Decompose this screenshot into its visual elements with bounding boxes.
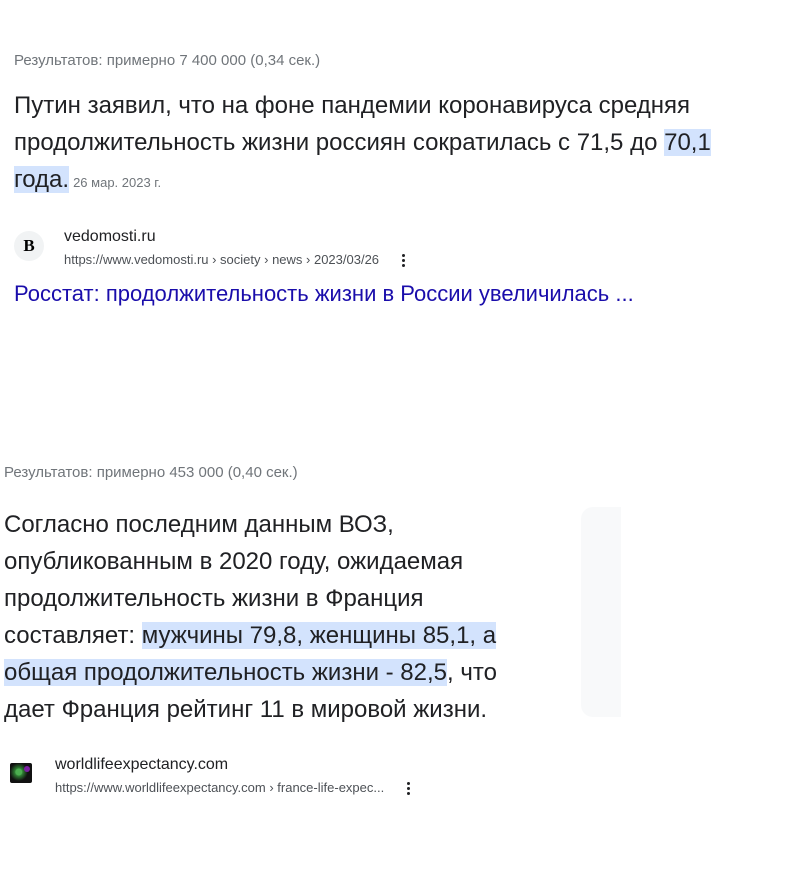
snippet-text: продолжительность жизни россиян сократил… [14,129,665,156]
snippet-highlight: общая продолжительность жизни - 82,5 [4,659,448,686]
result-url[interactable]: https://www.worldlifeexpectancy.com › fr… [55,778,384,798]
snippet-highlight: мужчины 79,8, женщины 85,1, а [141,622,497,649]
snippet-line: составляет: мужчины 79,8, женщины 85,1, … [4,617,574,654]
snippet-text: составляет: [4,622,142,649]
result-source[interactable]: worldlifeexpectancy.com https://www.worl… [8,755,418,798]
more-options-icon[interactable] [398,781,418,795]
vedomosti-logo-icon: B [23,236,35,255]
result-source[interactable]: B vedomosti.ru https://www.vedomosti.ru … [14,227,413,270]
result-title-link[interactable]: Росстат: продолжительность жизни в Росси… [14,281,634,307]
snippet-line: Путин заявил, что на фоне пандемии корон… [14,92,691,119]
snippet-line: продолжительность жизни россиян сократил… [14,124,794,161]
globe-map-icon [10,763,32,783]
snippet-text: , что [447,659,497,686]
result-stats: Результатов: примерно 453 000 (0,40 сек.… [4,464,298,481]
snippet-line: опубликованным в 2020 году, ожидаемая [4,548,464,575]
snippet-date: 26 мар. 2023 г. [73,175,162,190]
snippet-line: общая продолжительность жизни - 82,5, чт… [4,654,574,691]
site-favicon[interactable] [8,758,34,788]
result-stats: Результатов: примерно 7 400 000 (0,34 се… [14,52,321,69]
snippet-highlight: года. [14,166,70,193]
featured-snippet: Согласно последним данным ВОЗ, опубликов… [4,506,574,728]
snippet-line: года. 26 мар. 2023 г. [14,161,794,201]
snippet-line: дает Франция рейтинг 11 в мировой жизни. [4,696,488,723]
side-panel-edge [581,507,621,717]
site-name[interactable]: worldlifeexpectancy.com [55,755,418,775]
site-name[interactable]: vedomosti.ru [64,227,413,247]
result-url[interactable]: https://www.vedomosti.ru › society › new… [64,250,379,270]
snippet-highlight: 70,1 [664,129,711,156]
snippet-line: продолжительность жизни в Франция [4,585,424,612]
snippet-line: Согласно последним данным ВОЗ, [4,511,394,538]
featured-snippet: Путин заявил, что на фоне пандемии корон… [14,87,794,201]
site-favicon[interactable]: B [14,231,44,261]
more-options-icon[interactable] [393,253,413,267]
